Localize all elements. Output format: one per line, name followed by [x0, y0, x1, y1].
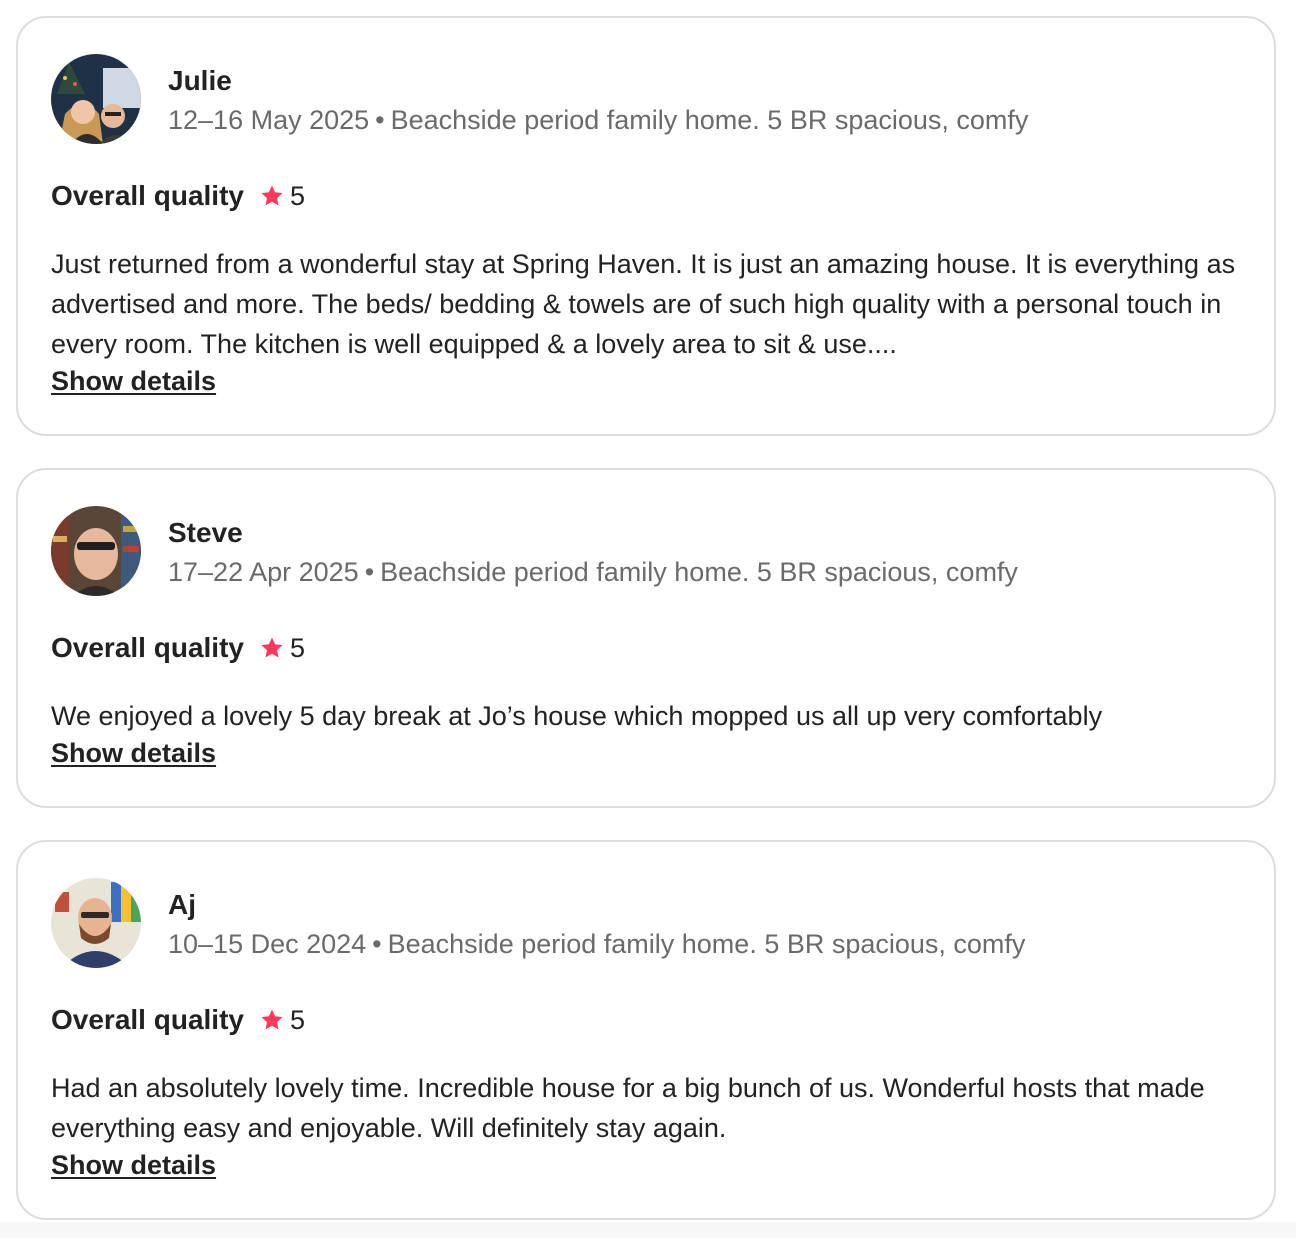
meta-separator: • — [372, 928, 382, 959]
rating-row: Overall quality 5 — [51, 628, 1242, 668]
listing-name: Beachside period family home. 5 BR spaci… — [390, 104, 1029, 135]
listing-name: Beachside period family home. 5 BR spaci… — [380, 556, 1018, 587]
show-details-link[interactable]: Show details — [51, 1152, 216, 1179]
star-icon — [260, 184, 284, 208]
meta-separator: • — [375, 104, 385, 135]
review-card: Aj 10–15 Dec 2024 • Beachside period famil… — [16, 840, 1276, 1220]
review-text: Just returned from a wonderful stay at S… — [51, 249, 1236, 359]
page-bottom-edge — [0, 1222, 1296, 1238]
show-details-link[interactable]: Show details — [51, 368, 216, 395]
reviewer-name[interactable]: Aj — [168, 887, 1025, 923]
reviewer-name[interactable]: Steve — [168, 515, 1018, 551]
avatar[interactable] — [51, 878, 141, 968]
avatar-photo-icon — [51, 54, 141, 144]
avatar[interactable] — [51, 54, 141, 144]
avatar-photo-icon — [51, 878, 141, 968]
review-meta: 17–22 Apr 2025 • Beachside period family h… — [168, 554, 1018, 590]
rating-value: 5 — [289, 632, 305, 663]
stay-dates: 10–15 Dec 2024 — [168, 928, 367, 959]
avatar[interactable] — [51, 506, 141, 596]
review-card: Steve 17–22 Apr 2025 • Beachside period fa… — [16, 468, 1276, 808]
review-text: We enjoyed a lovely 5 day break at Jo’s … — [51, 701, 1103, 731]
review-meta: 10–15 Dec 2024 • Beachside period family h… — [168, 926, 1025, 962]
show-details-link[interactable]: Show details — [51, 740, 216, 767]
rating-value: 5 — [289, 1004, 305, 1035]
rating-label: Overall quality — [51, 632, 244, 663]
review-meta: 12–16 May 2025 • Beachside period family h… — [168, 102, 1028, 138]
avatar-photo-icon — [51, 506, 141, 596]
stay-dates: 17–22 Apr 2025 — [168, 556, 359, 587]
meta-separator: • — [364, 556, 375, 587]
rating-value: 5 — [289, 180, 305, 211]
review-list: Julie 12–16 May 2025 • Beachside period fa… — [16, 16, 1276, 1252]
reviewer-header: Aj 10–15 Dec 2024 • Beachside period famil… — [51, 876, 1242, 970]
review-card: Julie 12–16 May 2025 • Beachside period fa… — [16, 16, 1276, 436]
rating-label: Overall quality — [51, 1004, 244, 1035]
reviewer-header: Steve 17–22 Apr 2025 • Beachside period fa… — [51, 504, 1242, 598]
stay-dates: 12–16 May 2025 — [168, 104, 370, 135]
review-text: Had an absolutely lovely time. Incredibl… — [51, 1073, 1205, 1143]
rating-label: Overall quality — [51, 180, 244, 211]
listing-name: Beachside period family home. 5 BR spaci… — [387, 928, 1026, 959]
reviewer-header: Julie 12–16 May 2025 • Beachside period fa… — [51, 52, 1242, 146]
star-icon — [260, 1008, 284, 1032]
rating-row: Overall quality 5 — [51, 1000, 1242, 1040]
star-icon — [260, 636, 284, 660]
rating-row: Overall quality 5 — [51, 176, 1242, 216]
reviewer-name[interactable]: Julie — [168, 63, 1028, 99]
